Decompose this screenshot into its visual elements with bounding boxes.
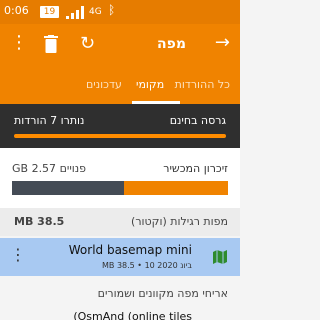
map-icon [213,250,227,264]
status-bar: 0:06 19 4G ᛒ [0,0,240,24]
vector-maps-header: מפות רגילות (וקטור) MB 38.5 [0,208,240,236]
signal-icon [66,6,84,19]
online-tiles-label: אריחי מפה מקוונים ושמורים [97,287,228,300]
kebab-menu-icon[interactable]: ⋮ [10,34,28,52]
tab-updates[interactable]: עדכונים [86,78,122,91]
bluetooth-icon: ᛒ [108,3,116,17]
page-title: מפה [157,36,186,52]
battery-icon: 19 [40,6,59,18]
trash-icon[interactable] [44,35,58,53]
tab-all-downloads[interactable]: כל ההורדות [175,78,230,91]
downloads-remaining: נותרו 7 הורדות [14,114,85,127]
device-memory-label: זיכרון המכשיר [163,162,228,175]
network-type: 4G [89,7,102,17]
device-memory-panel: זיכרון המכשיר GB 2.57 פנויים [0,148,240,210]
downloads-progress-bar [14,134,226,138]
free-version-banner[interactable]: גרסה בחינם נותרו 7 הורדות [0,104,240,148]
online-tiles-header: אריחי מפה מקוונים ושמורים [0,280,240,308]
vector-maps-size: MB 38.5 [14,215,65,228]
tab-local[interactable]: מקומי [136,78,164,91]
free-space-value: GB 2.57 פנויים [12,162,87,175]
tab-bar: כל ההורדות מקומי עדכונים [0,68,240,104]
status-time: 0:06 [4,4,29,17]
app-bar: ⋮ ↻ מפה → [0,24,240,68]
free-version-label: גרסה בחינם [169,114,226,127]
refresh-icon[interactable]: ↻ [80,33,95,54]
vector-maps-label: מפות רגילות (וקטור) [131,215,228,228]
map-item-name: World basemap mini [68,243,192,257]
list-item-osmand-online-tiles[interactable]: (OsmAnd (online tiles [73,310,192,320]
list-item-world-basemap[interactable]: ⋮ World basemap mini MB 38.5 • 10 ביונ 2… [0,238,240,276]
memory-used-fill [12,181,125,195]
map-item-meta: MB 38.5 • 10 ביונ 2020 [102,261,192,270]
back-arrow-icon[interactable]: → [215,32,230,53]
item-more-icon[interactable]: ⋮ [10,247,26,263]
memory-usage-bar [12,181,228,195]
